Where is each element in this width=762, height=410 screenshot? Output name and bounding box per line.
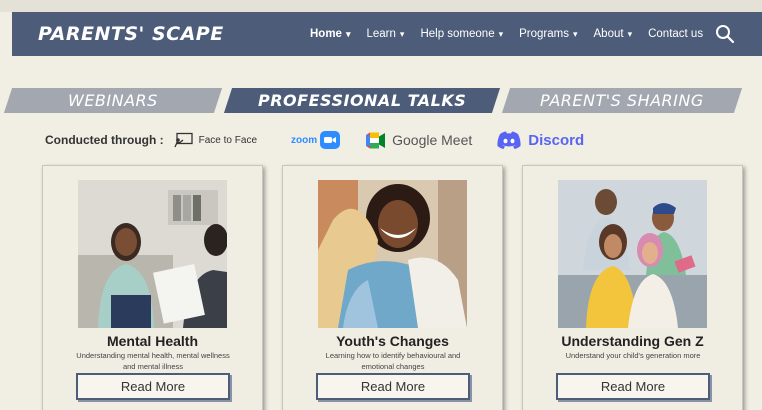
mental-health-photo [78,180,227,328]
chevron-down-icon: ▾ [498,28,504,39]
conducted-through-row: Conducted through : Face to Face zoom Go… [45,128,745,152]
platform-google-meet: Google Meet [364,132,472,149]
card-description: Learning how to identify behavioural and… [293,350,493,372]
chevron-down-icon: ▾ [572,28,578,39]
card-description: Understand your child's generation more [533,350,733,361]
zoom-camera-icon [320,131,341,149]
search-icon[interactable] [715,24,735,44]
main-nav: Home ▾ Learn ▾ Help someone ▾ Programs ▾… [310,24,735,44]
discord-label: Discord [528,131,585,149]
tab-label: WEBINARS [68,91,158,110]
chevron-down-icon: ▾ [345,28,351,39]
top-strip [0,0,762,12]
conducted-label: Conducted through : [45,133,164,147]
read-more-button[interactable]: Read More [556,373,710,400]
card-description-line: emotional changes [361,362,425,371]
nav-item-label: Programs [519,28,569,40]
zoom-logo-text: zoom [291,134,318,146]
platform-zoom: zoom [257,131,341,149]
nav-item-about[interactable]: About ▾ [594,28,633,40]
youths-changes-photo [318,180,467,328]
tab-webinars[interactable]: WEBINARS [3,88,223,113]
chevron-down-icon: ▾ [627,28,633,39]
read-more-button[interactable]: Read More [76,373,230,400]
tab-label: PARENT'S SHARING [540,91,704,110]
nav-item-label: Home [310,28,342,40]
nav-item-contact-us[interactable]: Contact us [648,28,703,40]
nav-item-label: About [593,28,624,40]
platform-face-to-face: Face to Face [174,132,257,148]
card-description-line: Understanding mental health, mental well… [76,351,230,360]
nav-item-label: Learn [366,28,396,40]
nav-item-learn[interactable]: Learn ▾ [366,28,404,40]
discord-icon [497,131,521,149]
card-mental-health: Mental Health Understanding mental healt… [42,165,263,410]
read-more-button[interactable]: Read More [316,373,470,400]
navbar: PARENTS' SCAPE Home ▾ Learn ▾ Help someo… [12,12,762,56]
brand-logo[interactable]: PARENTS' SCAPE [38,23,310,45]
card-title: Youth's Changes [336,333,449,349]
card-understanding-gen-z: Understanding Gen Z Understand your chil… [522,165,743,410]
card-title: Understanding Gen Z [561,333,704,349]
google-meet-label: Google Meet [392,132,473,148]
card-description-line: Understand your child's generation more [565,351,701,360]
gen-z-photo [558,180,707,328]
category-tabs: WEBINARS PROFESSIONAL TALKS PARENT'S SHA… [0,88,762,113]
card-youths-changes: Youth's Changes Learning how to identify… [282,165,503,410]
presentation-icon [174,132,193,148]
card-description-line: Learning how to identify behavioural and [325,351,461,360]
tab-label: PROFESSIONAL TALKS [257,91,467,110]
talk-cards: Mental Health Understanding mental healt… [0,165,762,410]
nav-item-home[interactable]: Home ▾ [310,28,350,40]
nav-item-programs[interactable]: Programs ▾ [519,28,577,40]
card-title: Mental Health [106,333,198,349]
tab-professional-talks[interactable]: PROFESSIONAL TALKS [223,88,501,113]
nav-item-label: Contact us [648,28,704,40]
card-description-line: and mental illness [122,362,184,371]
tab-parents-sharing[interactable]: PARENT'S SHARING [501,88,743,113]
nav-item-help-someone[interactable]: Help someone ▾ [420,28,503,40]
nav-item-label: Help someone [420,28,495,40]
google-meet-icon [366,132,386,148]
face-to-face-label: Face to Face [198,134,257,146]
card-description: Understanding mental health, mental well… [53,350,253,372]
platform-discord: Discord [496,130,584,150]
chevron-down-icon: ▾ [399,28,405,39]
